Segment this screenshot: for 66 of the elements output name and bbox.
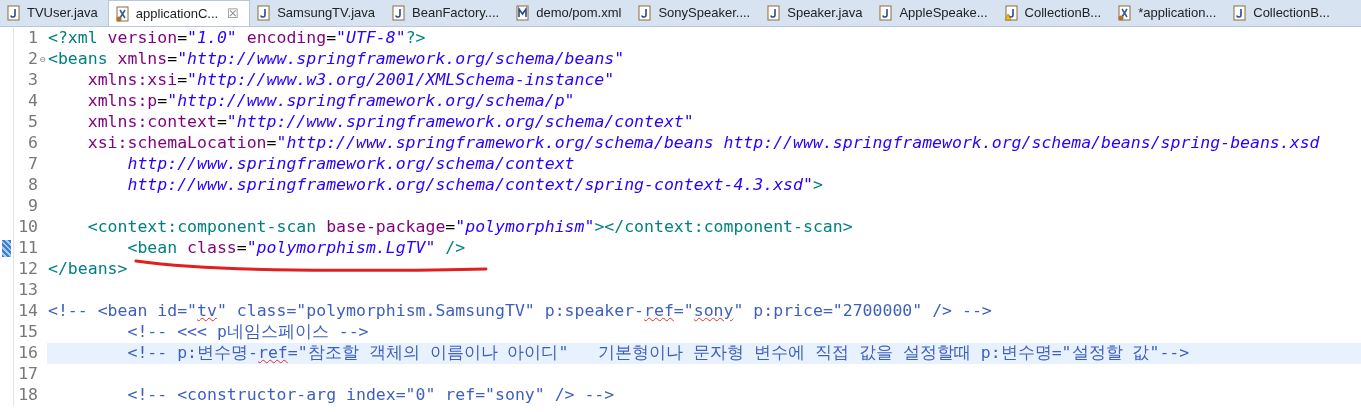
editor-tab[interactable]: Speaker.java	[760, 0, 873, 26]
editor-tab[interactable]: AppleSpeake...	[872, 0, 998, 26]
line-number: 7	[28, 153, 38, 176]
line-number: 17	[18, 363, 38, 386]
code-line: xmlns:xsi="http://www.w3.org/2001/XMLSchema-instance"	[86, 70, 615, 91]
code-line: <!-- <constructor-arg index="0" ref="sony" /> -->	[126, 385, 615, 406]
tab-label: AppleSpeake...	[899, 4, 988, 23]
line-number: 8	[28, 174, 38, 197]
code-line: </beans>	[47, 259, 128, 280]
tab-label: CollectionB...	[1253, 4, 1330, 23]
line-number: 14	[18, 300, 38, 323]
editor-tab[interactable]: SamsungTV.java	[250, 0, 385, 26]
code-line: <!-- <<< p네임스페이스 -->	[126, 322, 369, 343]
line-number: 3	[28, 69, 38, 92]
line-number: 1	[28, 27, 38, 50]
tab-label: demo/pom.xml	[536, 4, 622, 23]
java-file-icon	[1232, 5, 1249, 21]
editor-tab[interactable]: demo/pom.xml	[509, 0, 632, 26]
line-number: 4	[28, 90, 38, 113]
tab-label: CollectionB...	[1024, 4, 1102, 23]
line-number: 15	[18, 321, 38, 344]
line-number: 5	[28, 111, 38, 134]
code-line: <bean class="polymorphism.LgTV" />	[126, 238, 466, 259]
maven-file-icon	[515, 5, 532, 21]
code-line: http://www.springframework.org/schema/context/spring-context-4.3.xsd">	[126, 175, 823, 196]
tab-label: TVUser.java	[27, 4, 98, 23]
line-number: 13	[18, 279, 38, 302]
java-file-icon	[766, 5, 783, 21]
code-line: <!-- <bean id="tv" class="polymorphism.SamsungTV" p:speaker-ref="sony" p:price="2700000" /> -->	[47, 301, 992, 322]
line-number: 9	[28, 195, 38, 218]
tab-label: BeanFactory....	[412, 4, 500, 23]
line-number: 2	[28, 48, 38, 71]
java-file-icon	[6, 5, 22, 21]
line-number: 16	[18, 342, 38, 365]
java-file-icon	[256, 5, 273, 21]
editor-tab[interactable]: *application...	[1111, 0, 1227, 26]
code-line: xmlns:p="http://www.springframework.org/schema/p"	[86, 91, 575, 112]
code-line: <beans xmlns="http://www.springframework.org/schema/beans"	[47, 49, 625, 70]
editor-tab[interactable]: CollectionB...	[1226, 0, 1340, 26]
line-number: 10	[18, 216, 38, 239]
code-line: <context:component-scan base-package="polymorphism"></context:component-scan>	[86, 217, 853, 238]
code-line: http://www.springframework.org/schema/context	[126, 154, 575, 175]
tab-label: SamsungTV.java	[277, 4, 375, 23]
editor-tab[interactable]: CollectionB...	[997, 0, 1112, 26]
code-line: xsi:schemaLocation="http://www.springframework.org/schema/beans http://www.springframework.org/schema/beans/spring-beans.xsd	[86, 133, 1320, 154]
fold-toggle[interactable]: ⊖	[39, 55, 46, 64]
xml-file-icon	[114, 5, 131, 22]
tab-label: SonySpeaker....	[658, 4, 751, 23]
tab-label: Speaker.java	[787, 4, 863, 23]
editor-tab[interactable]: BeanFactory....	[385, 0, 510, 26]
editor-tab[interactable]: TVUser.java	[0, 0, 108, 26]
line-number: 6	[28, 132, 38, 155]
java-file-icon	[637, 5, 654, 21]
line-number: 18	[18, 384, 38, 407]
editor-tab[interactable]: applicationC... ☒	[107, 0, 251, 26]
xml-file-icon	[1117, 5, 1134, 21]
editor-tab[interactable]: SonySpeaker....	[631, 0, 761, 26]
java-file-icon	[878, 5, 895, 21]
line-number: 11	[18, 237, 38, 260]
code-line: <?xml version="1.0" encoding="UTF-8"?>	[47, 28, 426, 49]
line-number: 12	[18, 258, 38, 281]
tab-label: *application...	[1138, 4, 1217, 23]
code-line: xmlns:context="http://www.springframework.org/schema/context"	[86, 112, 694, 133]
close-icon[interactable]: ☒	[227, 7, 240, 20]
tab-label: applicationC...	[135, 4, 219, 23]
java-file-icon	[391, 5, 407, 21]
